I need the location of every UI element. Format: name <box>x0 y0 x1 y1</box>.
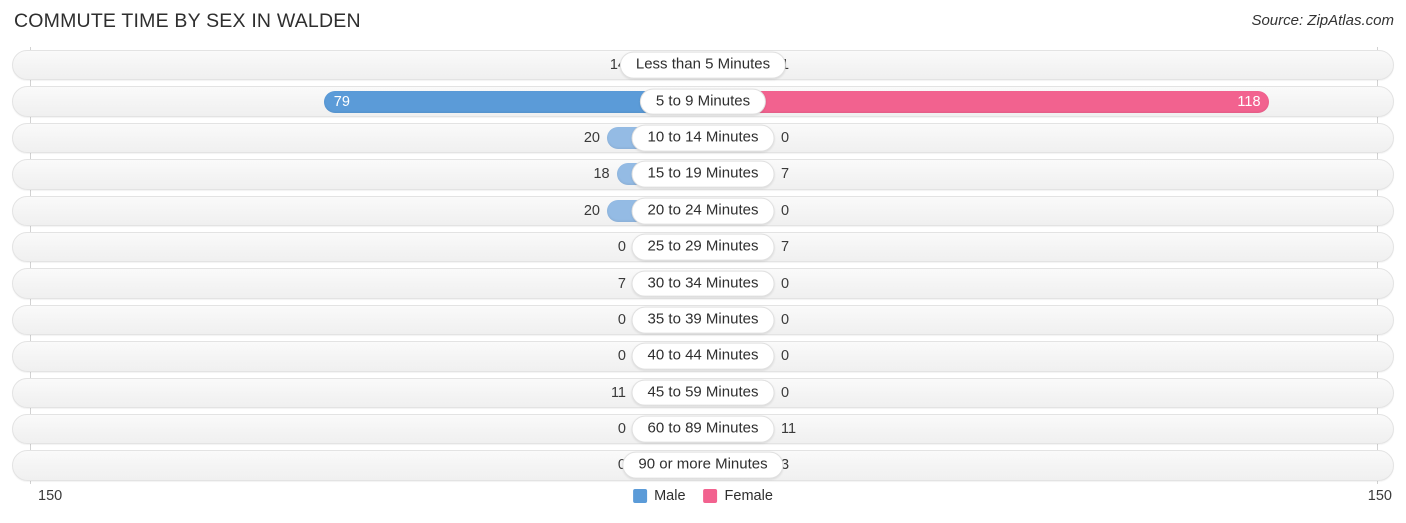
legend-label: Male <box>654 488 686 504</box>
bar-row: 20 0 20 to 24 Minutes <box>0 193 1406 229</box>
legend-label: Female <box>724 488 773 504</box>
male-value-label: 7 <box>617 275 626 292</box>
female-value-label: 0 <box>781 275 790 292</box>
category-label: 30 to 34 Minutes <box>631 270 775 297</box>
category-label: 45 to 59 Minutes <box>631 379 775 407</box>
bar-row: 0390 or more Minutes <box>0 447 1406 483</box>
page-title: COMMUTE TIME BY SEX IN WALDEN <box>14 10 361 32</box>
bar-row: 11 0 45 to 59 Minutes <box>0 375 1406 411</box>
bar-rows: 141Less than 5 Minutes 79 118 5 to 9 Minute… <box>0 47 1406 484</box>
bar-row: 141Less than 5 Minutes <box>0 47 1406 83</box>
bar-row: 18 7 15 to 19 Minutes <box>0 156 1406 192</box>
female-value-label: 0 <box>781 384 790 401</box>
legend-item[interactable]: Male <box>633 488 686 504</box>
female-value-label: 0 <box>781 348 790 365</box>
category-label: 25 to 29 Minutes <box>631 233 775 261</box>
category-label: 90 or more Minutes <box>622 452 784 479</box>
female-value-label: 11 <box>781 420 797 437</box>
male-value-label: 79 <box>333 93 350 110</box>
male-value-label: 0 <box>617 311 626 328</box>
chart-footer: 150 150 Male Female <box>0 486 1406 523</box>
male-value-label: 20 <box>583 129 600 146</box>
male-value-label: 0 <box>617 238 626 255</box>
female-value-label: 0 <box>781 129 790 146</box>
source-attribution: Source: ZipAtlas.com <box>1251 12 1394 29</box>
female-value-label: 7 <box>781 238 790 255</box>
legend-swatch-icon <box>633 489 648 503</box>
male-value-label: 11 <box>610 384 626 401</box>
plot-area: 141Less than 5 Minutes 79 118 5 to 9 Minute… <box>0 47 1406 484</box>
legend-item[interactable]: Female <box>703 488 773 504</box>
male-value-label: 0 <box>617 420 626 437</box>
female-value-label: 118 <box>1237 93 1261 110</box>
chart-container: COMMUTE TIME BY SEX IN WALDEN Source: Zi… <box>0 0 1406 523</box>
bar-row: 0 11 60 to 89 Minutes <box>0 411 1406 447</box>
bar-row: 7 0 30 to 34 Minutes <box>0 265 1406 301</box>
axis-tick-left: 150 <box>38 488 63 504</box>
category-label: 15 to 19 Minutes <box>631 160 775 188</box>
category-label: 10 to 14 Minutes <box>631 124 775 152</box>
category-label: 40 to 44 Minutes <box>631 342 775 370</box>
male-value-label: 20 <box>583 202 600 219</box>
legend-swatch-icon <box>703 489 718 503</box>
category-label: 5 to 9 Minutes <box>639 88 767 115</box>
female-bar <box>703 90 1270 113</box>
female-value-label: 0 <box>781 311 790 328</box>
category-label: 35 to 39 Minutes <box>631 306 775 334</box>
female-value-label: 0 <box>781 202 790 219</box>
axis-tick-right: 150 <box>1367 488 1392 504</box>
bar-row: 0 0 40 to 44 Minutes <box>0 338 1406 374</box>
male-value-label: 18 <box>593 166 610 183</box>
female-value-label: 7 <box>781 166 790 183</box>
chart-legend: Male Female <box>633 488 773 504</box>
category-label: 60 to 89 Minutes <box>631 415 775 443</box>
bar-row: 0 7 25 to 29 Minutes <box>0 229 1406 265</box>
category-label: Less than 5 Minutes <box>619 51 787 79</box>
bar-row: 79 118 5 to 9 Minutes <box>0 83 1406 119</box>
category-label: 20 to 24 Minutes <box>631 197 775 225</box>
male-value-label: 0 <box>617 348 626 365</box>
bar-row: 0 0 35 to 39 Minutes <box>0 302 1406 338</box>
bar-row: 20 0 10 to 14 Minutes <box>0 120 1406 156</box>
